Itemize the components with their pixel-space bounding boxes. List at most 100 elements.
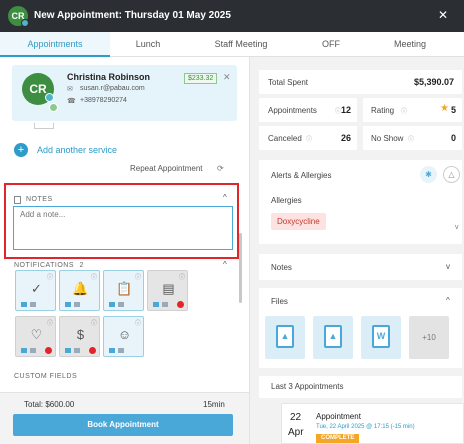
last-appointments-title: Last 3 Appointments [271, 382, 344, 391]
status-badge: COMPLETE [316, 434, 360, 443]
info-icon: ⓘ [134, 275, 141, 281]
sms-channel-icon [118, 302, 124, 307]
total-spent-label: Total Spent [268, 78, 309, 87]
rating-stat: Rating ⓘ ★ 5 [363, 98, 462, 122]
last-appointments-header: Last 3 Appointments [259, 376, 462, 398]
image-file-icon[interactable]: ▲ [265, 316, 305, 359]
clipboard-icon: 📋 [116, 281, 133, 296]
appointments-label: Appointments [268, 106, 317, 115]
duration: 15min [203, 400, 225, 409]
no-show-label: No Show [371, 134, 404, 143]
alert-settings-icon[interactable]: ✱ [420, 166, 437, 183]
appointments-value: 12 [340, 105, 351, 115]
info-icon: ⓘ [90, 275, 97, 281]
notification-tile[interactable]: ⓘ 🔔 [59, 270, 100, 311]
collapsed-card-edge [34, 123, 54, 129]
warning-icon [89, 347, 96, 354]
notification-tile[interactable]: ⓘ ☺ [103, 316, 144, 357]
warning-icon [45, 347, 52, 354]
notification-tile[interactable]: ⓘ 📋 [103, 270, 144, 311]
custom-fields-label: CUSTOM FIELDS [14, 373, 78, 380]
sms-channel-icon [74, 302, 80, 307]
email-channel-icon [153, 302, 159, 307]
tab-lunch[interactable]: Lunch [110, 32, 186, 57]
repeat-appointment-button[interactable]: Repeat Appointment [130, 164, 203, 173]
more-files-button[interactable]: +10 [409, 316, 449, 359]
notification-tile[interactable]: ⓘ $ [59, 316, 100, 357]
close-icon[interactable]: ✕ [223, 72, 231, 83]
chevron-up-icon[interactable]: ^ [223, 260, 227, 269]
hand-heart-icon: ♡ [30, 327, 43, 342]
appointment-datetime: Tue, 22 April 2025 @ 17:15 (-15 min) [316, 424, 415, 430]
email-channel-icon [65, 348, 71, 353]
warning-icon [177, 301, 184, 308]
repeat-icon[interactable]: ⟳ [217, 164, 224, 173]
tab-bar: Appointments Lunch Staff Meeting OFF Mee… [0, 32, 464, 57]
notifications-count: 2 [79, 262, 84, 269]
appointment-month: Apr [288, 427, 304, 438]
tab-meeting[interactable]: Meeting [366, 32, 454, 57]
add-service-label: Add another service [37, 145, 118, 155]
alerts-card: Alerts & Allergies ✱ △ Allergies [259, 160, 462, 244]
tab-appointments[interactable]: Appointments [0, 32, 110, 57]
notes-icon [14, 196, 21, 204]
notes-input[interactable] [13, 206, 233, 250]
book-appointment-button[interactable]: Book Appointment [13, 414, 233, 436]
email-channel-icon [109, 348, 115, 353]
info-icon: ⓘ [46, 275, 53, 281]
appointment-item[interactable]: 22 Apr Appointment Tue, 22 April 2025 @ … [281, 403, 464, 444]
notifications-label: NOTIFICATIONS 2 [14, 262, 84, 269]
canceled-stat: Canceled ⓘ 26 [259, 126, 357, 150]
sms-channel-icon [30, 348, 36, 353]
sms-channel-icon [74, 348, 80, 353]
avatar-badge [21, 19, 29, 27]
image-file-icon[interactable]: ▲ [313, 316, 353, 359]
total-price: Total: $600.00 [24, 400, 75, 409]
chevron-up-icon[interactable]: ^ [446, 296, 450, 305]
chevron-down-icon[interactable]: v [446, 262, 450, 271]
total-spent-value: $5,390.07 [413, 77, 454, 87]
notifications-title: NOTIFICATIONS [14, 262, 75, 269]
email-icon: ✉ [67, 86, 73, 93]
client-name[interactable]: Christina Robinson [67, 72, 150, 82]
info-icon: ⓘ [178, 275, 185, 281]
appointment-title: Appointment [316, 412, 361, 421]
phone-icon: ☎ [67, 98, 76, 105]
appointment-day: 22 [290, 412, 302, 423]
email-channel-icon [21, 348, 27, 353]
notification-tile[interactable]: ⓘ ▤ [147, 270, 188, 311]
close-icon[interactable]: ✕ [438, 8, 448, 22]
money-icon: $ [76, 327, 85, 342]
canceled-label: Canceled [268, 134, 302, 143]
rating-value: 5 [450, 105, 456, 115]
form-icon: ▤ [162, 281, 175, 296]
notification-tile[interactable]: ⓘ ✓ [15, 270, 56, 311]
smile-icon: ☺ [117, 327, 132, 342]
scrollbar[interactable] [239, 233, 242, 303]
word-file-icon[interactable]: W [361, 316, 401, 359]
check-circle-icon: ✓ [31, 281, 42, 296]
client-card: CR Christina Robinson ✉ susan.r@pabau.co… [12, 65, 237, 121]
canceled-value: 26 [340, 133, 351, 143]
info-icon: ⓘ [306, 137, 313, 143]
files-title: Files [271, 297, 288, 306]
alerts-title: Alerts & Allergies [271, 171, 332, 180]
chevron-up-icon[interactable]: ^ [223, 193, 227, 202]
window-title: New Appointment: Thursday 01 May 2025 [34, 10, 231, 21]
chevron-down-icon[interactable]: v [455, 224, 459, 231]
sms-channel-icon [162, 302, 168, 307]
warning-icon[interactable]: △ [443, 166, 460, 183]
tab-staff-meeting[interactable]: Staff Meeting [186, 32, 296, 57]
email-channel-icon [109, 302, 115, 307]
tab-off[interactable]: OFF [296, 32, 366, 57]
appointments-stat: Appointments ⓘ 12 [259, 98, 357, 122]
avatar-badge [49, 103, 58, 112]
allergy-tag: Doxycycline [271, 213, 326, 230]
sms-channel-icon [30, 302, 36, 307]
total-spent-card: Total Spent $5,390.07 [259, 70, 462, 94]
notification-tile[interactable]: ⓘ ♡ [15, 316, 56, 357]
star-icon: ★ [440, 103, 449, 114]
notes-card[interactable]: Notes v [259, 254, 462, 280]
rating-label: Rating [371, 106, 395, 115]
title-bar: CR New Appointment: Thursday 01 May 2025… [0, 0, 464, 32]
